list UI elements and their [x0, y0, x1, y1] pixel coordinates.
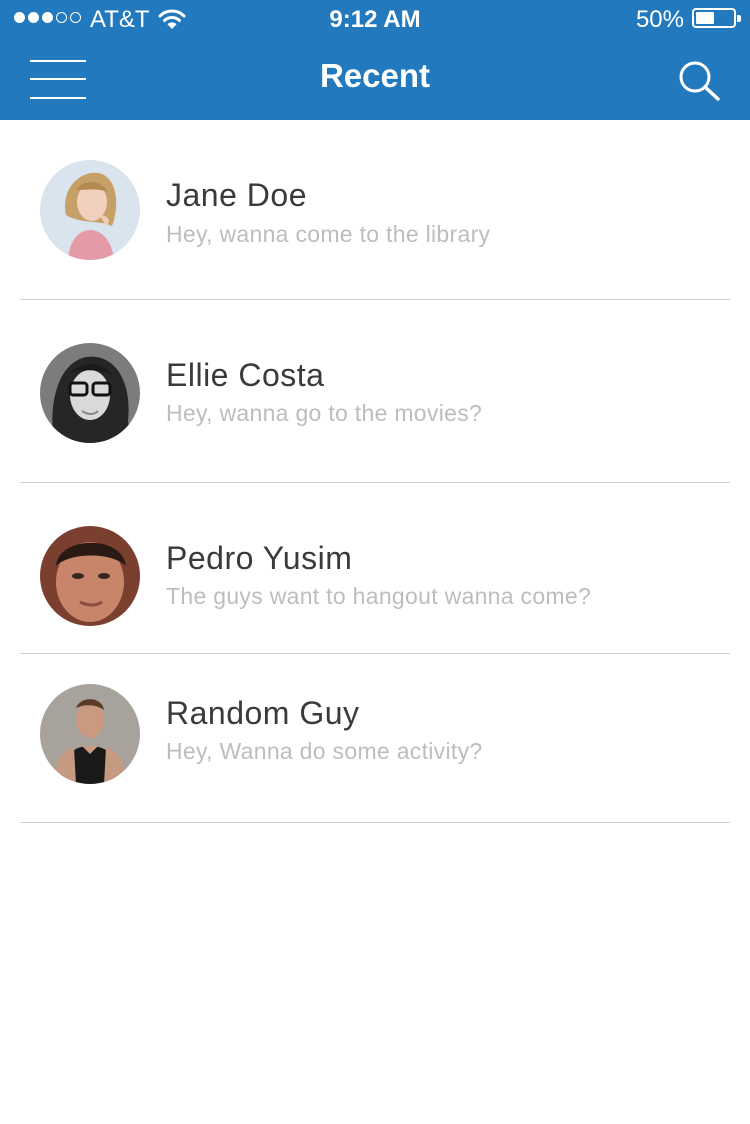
battery-icon: [692, 8, 741, 28]
top-bar: AT&T 9:12 AM 50% Recent: [0, 0, 750, 120]
avatar: [40, 343, 140, 443]
conversation-row-pedro-yusim[interactable]: Pedro Yusim The guys want to hangout wan…: [20, 483, 730, 654]
message-preview: Hey, Wanna do some activity?: [166, 738, 483, 764]
search-icon[interactable]: [678, 60, 722, 102]
contact-name: Random Guy: [166, 695, 360, 731]
message-preview: Hey, wanna go to the movies?: [166, 400, 483, 426]
page-title: Recent: [319, 57, 431, 94]
conversation-row-random-guy[interactable]: Random Guy Hey, Wanna do some activity?: [20, 654, 730, 823]
avatar: [40, 526, 140, 626]
avatar: [40, 684, 140, 784]
message-preview: Hey, wanna come to the library: [166, 221, 491, 247]
conversation-row-ellie-costa[interactable]: Ellie Costa Hey, wanna go to the movies?: [20, 300, 730, 483]
contact-name: Ellie Costa: [166, 357, 325, 393]
conversation-row-jane-doe[interactable]: Jane Doe Hey, wanna come to the library: [20, 120, 730, 300]
conversation-list: Jane Doe Hey, wanna come to the library …: [0, 120, 750, 823]
status-bar: AT&T 9:12 AM 50%: [0, 0, 750, 40]
contact-name: Pedro Yusim: [166, 540, 353, 576]
contact-name: Jane Doe: [166, 177, 307, 213]
avatar: [40, 160, 140, 260]
message-preview: The guys want to hangout wanna come?: [166, 583, 592, 609]
battery-percent: 50%: [635, 6, 684, 33]
